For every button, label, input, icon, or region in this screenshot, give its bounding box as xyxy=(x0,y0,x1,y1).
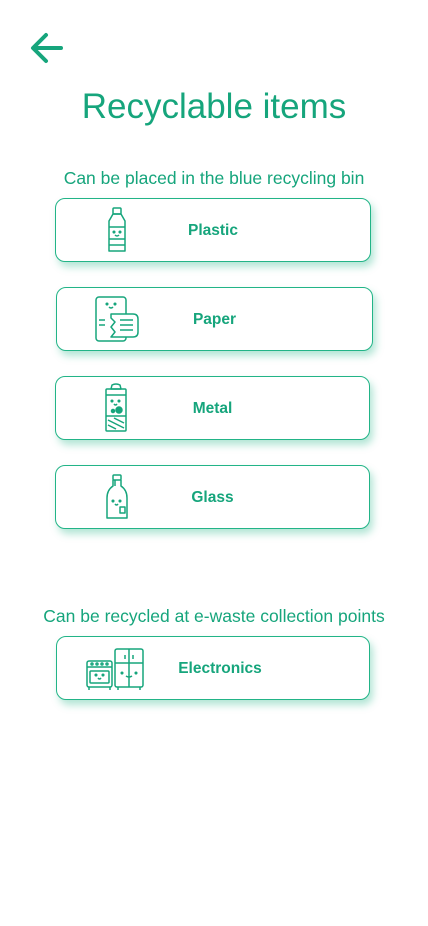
item-card-metal[interactable]: Metal xyxy=(55,376,370,440)
item-label-plastic: Plastic xyxy=(188,222,238,239)
item-card-electronics[interactable]: Electronics xyxy=(56,636,370,700)
item-label-glass: Glass xyxy=(191,489,234,506)
item-card-glass[interactable]: Glass xyxy=(55,465,370,529)
page-title: Recyclable items xyxy=(81,87,347,126)
item-label-paper: Paper xyxy=(192,311,237,328)
recyclable-items-screen: Recyclable items Can be placed in the bl… xyxy=(0,0,428,926)
item-card-paper[interactable]: Paper xyxy=(56,287,373,351)
arrow-left-icon xyxy=(31,33,63,63)
section-label-blue-bin: Can be placed in the blue recycling bin xyxy=(63,168,365,188)
item-card-plastic[interactable]: Plastic xyxy=(55,198,371,262)
item-label-electronics: Electronics xyxy=(178,660,262,677)
back-button[interactable] xyxy=(28,30,66,66)
section-label-e-waste: Can be recycled at e-waste collection po… xyxy=(43,606,385,626)
item-label-metal: Metal xyxy=(192,400,233,417)
